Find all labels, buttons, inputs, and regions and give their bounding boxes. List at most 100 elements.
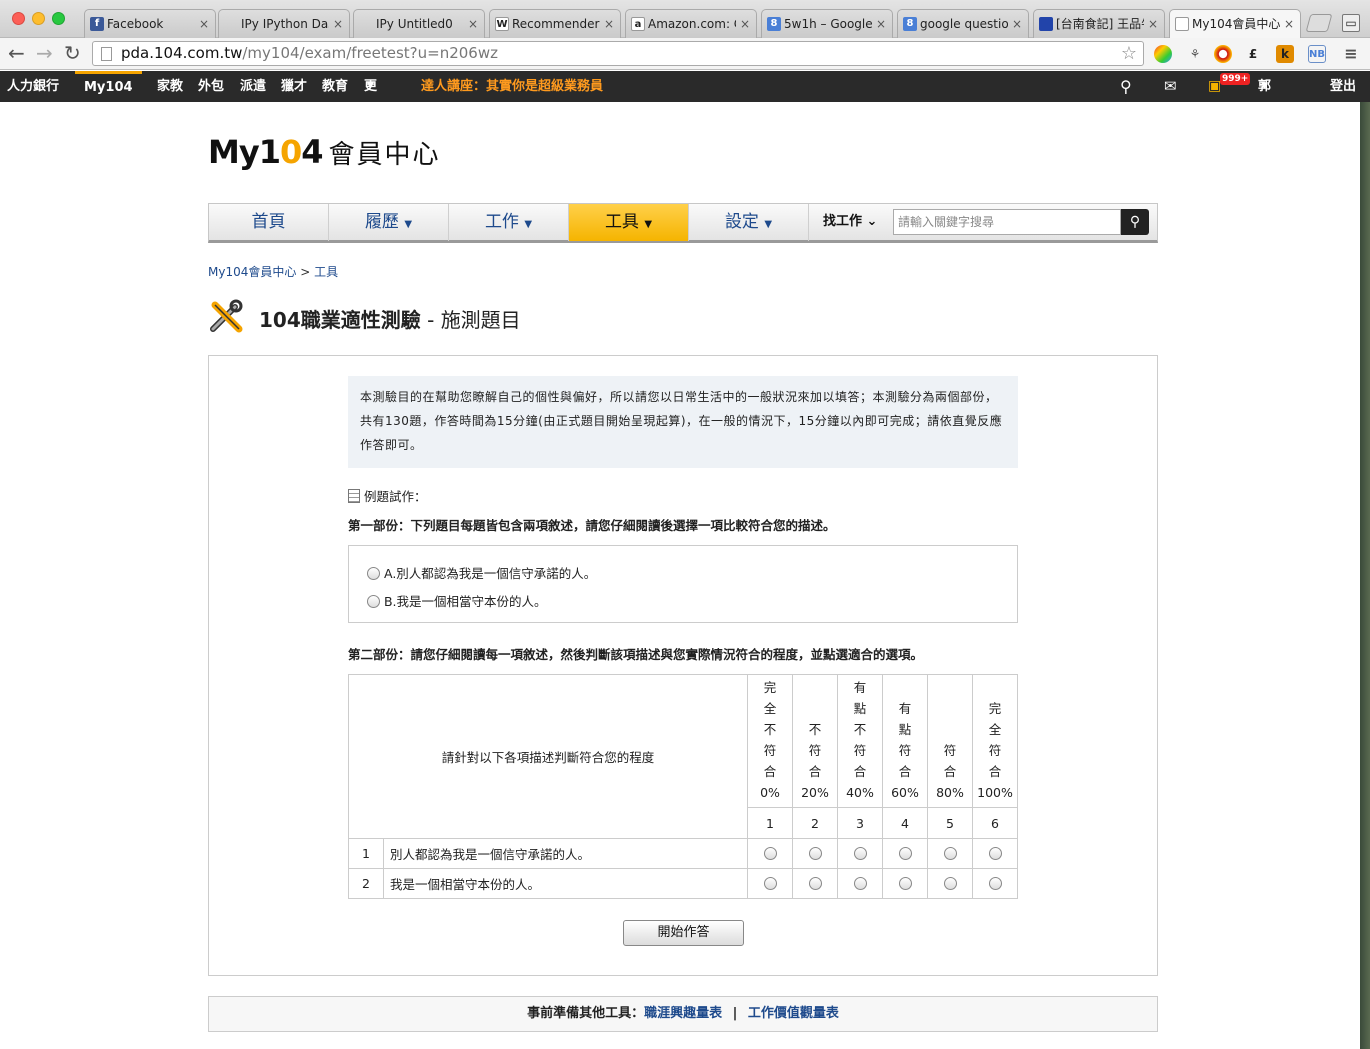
site-link-my104[interactable]: My104 xyxy=(75,71,142,101)
radio-button[interactable] xyxy=(763,877,777,890)
search-type-select[interactable]: 找工作 ⌄ xyxy=(823,204,877,240)
close-window-button[interactable] xyxy=(12,12,25,25)
close-tab-icon[interactable]: × xyxy=(1148,10,1158,38)
close-tab-icon[interactable]: × xyxy=(199,10,209,38)
page-icon xyxy=(1175,17,1189,31)
nav-tools[interactable]: 工具 ▼ xyxy=(569,204,689,241)
google-icon: 8 xyxy=(767,17,781,31)
search-button[interactable]: ⚲ xyxy=(1121,209,1149,235)
close-tab-icon[interactable]: × xyxy=(740,10,750,38)
scale-num: 6 xyxy=(972,807,1018,839)
minimize-window-button[interactable] xyxy=(32,12,45,25)
close-tab-icon[interactable]: × xyxy=(1284,10,1294,38)
rating-cell xyxy=(882,838,928,869)
close-tab-icon[interactable]: × xyxy=(1012,10,1022,38)
address-bar[interactable]: pda.104.com.tw/my104/exam/freetest?u=n20… xyxy=(92,41,1144,66)
caret-down-icon: ▼ xyxy=(644,219,653,230)
scale-label-char: 符 xyxy=(763,743,777,758)
extension-circle-icon[interactable] xyxy=(1214,45,1232,63)
amazon-icon: a xyxy=(631,17,645,31)
radio-button[interactable] xyxy=(367,595,380,608)
browser-tab[interactable]: f Facebook × xyxy=(84,9,216,38)
radio-button[interactable] xyxy=(853,877,867,890)
browser-tab[interactable]: W Recommender s × xyxy=(489,9,621,38)
career-interest-link[interactable]: 職涯興趣量表 xyxy=(644,1006,722,1021)
page-title-sub: 施測題目 xyxy=(440,308,521,332)
nav-home[interactable]: 首頁 xyxy=(209,204,329,241)
my104-logo[interactable]: My104 會員中心 xyxy=(208,133,441,171)
close-tab-icon[interactable]: × xyxy=(333,10,343,38)
work-values-link[interactable]: 工作價值觀量表 xyxy=(748,1006,839,1021)
extension-rainbow-icon[interactable] xyxy=(1154,45,1172,63)
site-link-tutor[interactable]: 家教 xyxy=(157,71,183,102)
site-link-outsource[interactable]: 外包 xyxy=(198,71,224,102)
nav-settings-label: 設定 xyxy=(724,212,759,232)
mail-icon[interactable]: ✉ xyxy=(1164,71,1177,102)
bookmark-star-icon[interactable]: ☆ xyxy=(1121,42,1137,65)
part1-option-b[interactable]: B.我是一個相當守本份的人。 xyxy=(367,591,547,610)
search-type-label: 找工作 xyxy=(823,214,863,229)
profile-icon[interactable]: ▭ xyxy=(1342,14,1360,32)
chrome-menu-icon[interactable]: ≡ xyxy=(1342,45,1360,63)
browser-tab[interactable]: a Amazon.com: C × xyxy=(625,9,757,38)
extension-k-icon[interactable]: k xyxy=(1276,45,1294,63)
browser-tab[interactable]: IPy IPython Dashbo × xyxy=(218,9,350,38)
radio-button[interactable] xyxy=(763,847,777,860)
back-icon[interactable]: ← xyxy=(8,42,25,64)
browser-tab[interactable]: My104會員中心 × xyxy=(1169,9,1301,38)
tab-title: google question xyxy=(920,17,1008,31)
maximize-window-button[interactable] xyxy=(52,12,65,25)
rating-cell xyxy=(972,868,1018,899)
radio-button[interactable] xyxy=(988,847,1002,860)
site-link-headhunt[interactable]: 獵才 xyxy=(281,71,307,102)
job-search-icon[interactable]: ⚲ xyxy=(1120,71,1132,102)
nav-jobs[interactable]: 工作 ▼ xyxy=(449,204,569,241)
extension-feather-icon[interactable]: ⚘ xyxy=(1186,45,1204,63)
breadcrumb-home[interactable]: My104會員中心 xyxy=(208,265,296,279)
page-title-main: 104職業適性測驗 xyxy=(259,308,421,332)
nav-resume[interactable]: 履歷 ▼ xyxy=(329,204,449,241)
site-link-dispatch[interactable]: 派遣 xyxy=(240,71,266,102)
site-link-education[interactable]: 教育 xyxy=(322,71,348,102)
radio-button[interactable] xyxy=(808,847,822,860)
logo-text-o: 0 xyxy=(279,133,302,171)
caret-down-icon: ▼ xyxy=(367,81,374,91)
radio-button[interactable] xyxy=(988,877,1002,890)
nav-settings[interactable]: 設定 ▼ xyxy=(689,204,809,241)
browser-tab[interactable]: 8 5w1h – Google × xyxy=(761,9,893,38)
facebook-icon: f xyxy=(90,17,104,31)
footer-separator: | xyxy=(732,1006,738,1021)
close-tab-icon[interactable]: × xyxy=(876,10,886,38)
scale-label-char: 全 xyxy=(988,722,1002,737)
promo-link[interactable]: 達人講座：其實你是超級業務員 xyxy=(421,71,603,102)
forward-icon[interactable]: → xyxy=(36,42,53,64)
logout-link[interactable]: 登出 xyxy=(1330,71,1356,102)
radio-button[interactable] xyxy=(943,847,957,860)
extension-pound-icon[interactable]: £ xyxy=(1244,45,1262,63)
scale-label-char: 合 xyxy=(763,764,777,779)
search-icon: ⚲ xyxy=(1129,214,1141,230)
radio-button[interactable] xyxy=(808,877,822,890)
tab-title: Facebook xyxy=(107,17,164,31)
extension-nb-icon[interactable]: NB xyxy=(1308,45,1326,63)
browser-tab-new[interactable] xyxy=(1305,14,1333,32)
start-exam-button[interactable]: 開始作答 xyxy=(623,920,744,946)
part1-question: A.別人都認為我是一個信守承諾的人。 B.我是一個相當守本份的人。 xyxy=(348,545,1018,623)
radio-button[interactable] xyxy=(898,877,912,890)
close-tab-icon[interactable]: × xyxy=(604,10,614,38)
job-search-input[interactable]: 請輸入關鍵字搜尋 xyxy=(893,209,1121,235)
radio-button[interactable] xyxy=(853,847,867,860)
browser-tab[interactable]: [台南食記] 王品牛 × xyxy=(1033,9,1165,38)
radio-button[interactable] xyxy=(367,567,380,580)
site-link-jobbank[interactable]: 人力銀行 xyxy=(7,71,59,102)
browser-tab[interactable]: IPy Untitled0 × xyxy=(353,9,485,38)
radio-button[interactable] xyxy=(943,877,957,890)
reload-icon[interactable]: ↻ xyxy=(64,42,81,64)
example-label-text: 例題試作： xyxy=(364,489,427,504)
radio-button[interactable] xyxy=(898,847,912,860)
browser-tab[interactable]: 8 google question × xyxy=(897,9,1029,38)
part1-option-a[interactable]: A.別人都認為我是一個信守承諾的人。 xyxy=(367,563,596,582)
close-tab-icon[interactable]: × xyxy=(468,10,478,38)
row-statement: 別人都認為我是一個信守承諾的人。 xyxy=(383,838,748,869)
breadcrumb-current[interactable]: 工具 xyxy=(314,265,338,279)
